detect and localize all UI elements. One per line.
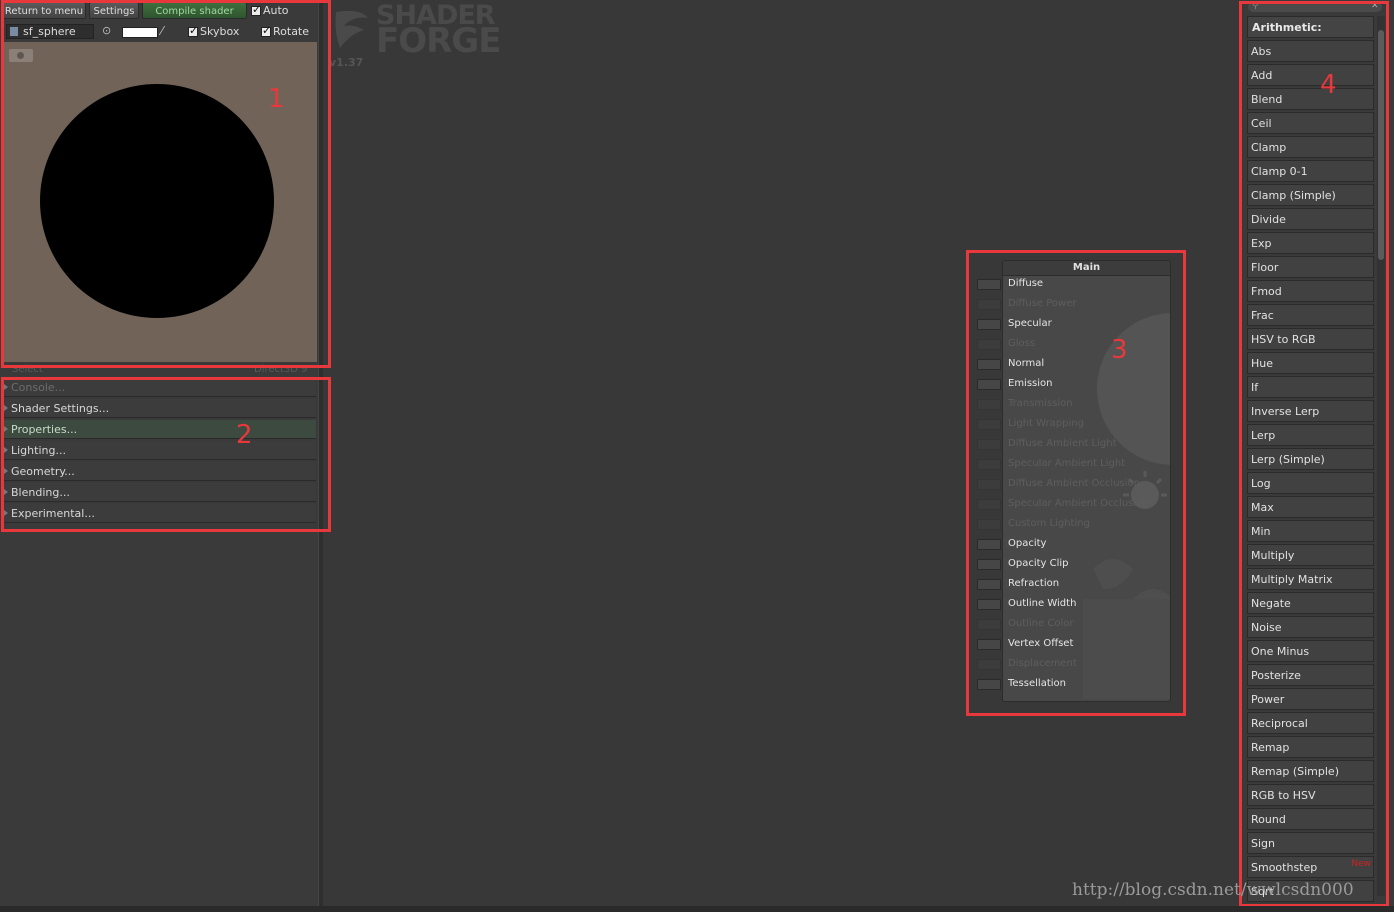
annotation-box-1: [1, 0, 331, 368]
logo-text-forge: FORGE: [376, 21, 501, 61]
annotation-number-1: 1: [268, 84, 285, 114]
annotation-number-4: 4: [1320, 70, 1337, 100]
annotation-box-4: [1239, 1, 1389, 907]
annotation-number-3: 3: [1111, 335, 1128, 365]
annotation-box-2: [1, 377, 331, 532]
version-label: v1.37: [329, 56, 364, 69]
bottom-bar: [0, 906, 1394, 912]
watermark: http://blog.csdn.net/wwlcsdn000: [1072, 880, 1354, 900]
annotation-number-2: 2: [236, 420, 253, 450]
annotation-box-3: [966, 250, 1186, 716]
shader-forge-logo-icon: [335, 10, 368, 48]
